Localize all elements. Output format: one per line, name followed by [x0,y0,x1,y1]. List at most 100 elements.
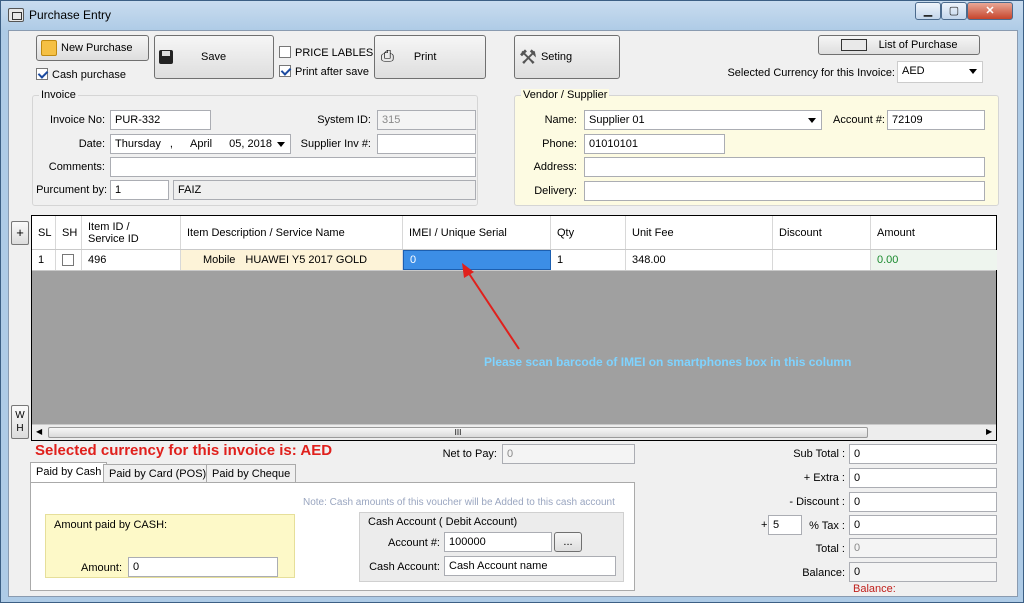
tax-field[interactable]: 0 [849,515,997,535]
price-lables-checkbox[interactable]: PRICE LABLES [279,46,373,59]
amount-field[interactable]: 0 [128,557,278,577]
maximize-button[interactable]: ▢ [941,2,967,20]
checkbox-unchecked-icon [279,46,291,58]
tab-panel-cash: Note: Cash amounts of this voucher will … [30,482,635,591]
vendor-phone-label: Phone: [542,138,577,150]
vendor-delivery-label: Delivery: [534,185,577,197]
purcument-id-field[interactable]: 1 [110,180,169,200]
list-icon [840,39,867,51]
annotation-text: Please scan barcode of IMEI on smartphon… [484,355,852,369]
balance-red-label: Balance: [853,583,896,595]
purcument-label: Purcument by: [36,184,107,196]
wh-button[interactable]: W H [11,405,29,439]
vendor-account-label: Account #: [833,114,885,126]
vendor-account-field[interactable]: 72109 [887,110,985,130]
scroll-thumb[interactable]: III [48,427,868,438]
date-sep: , [169,138,173,150]
list-of-purchase-button[interactable]: List of Purchase [818,35,980,55]
sub-total-label: Sub Total : [793,448,845,460]
tab-paid-by-cheque[interactable]: Paid by Cheque [206,464,297,483]
print-after-save-label: Print after save [295,66,369,78]
cash-account-no-field[interactable]: 100000 [444,532,552,552]
vendor-address-label: Address: [533,161,577,173]
tab-paid-by-card[interactable]: Paid by Card (POS) [103,464,213,483]
print-after-save-checkbox[interactable]: Print after save [279,65,369,78]
balance-field: 0 [849,562,997,582]
save-label: Save [201,51,227,63]
title-bar[interactable]: Purchase Entry ▁ ▢ ✕ [1,1,1023,29]
tax-label: % Tax : [809,520,845,532]
close-button[interactable]: ✕ [967,2,1013,20]
browse-account-button[interactable]: ... [554,532,582,552]
comments-field[interactable] [110,157,476,177]
cash-purchase-checkbox[interactable]: Cash purchase [36,68,126,81]
save-button[interactable]: Save [154,35,274,79]
new-purchase-label: New Purchase [61,42,133,54]
balance-label: Balance: [802,567,845,579]
currency-select[interactable]: AED [897,61,983,83]
list-of-purchase-label: List of Purchase [878,39,958,51]
extra-field[interactable]: 0 [849,468,997,488]
invoice-group-title: Invoice [39,89,78,101]
sub-total-field[interactable]: 0 [849,444,997,464]
date-rest: 05, 2018 [229,138,272,150]
cash-account-name-field[interactable]: Cash Account name [444,556,616,576]
vendor-address-field[interactable] [584,157,985,177]
price-lables-label: PRICE LABLES [295,47,374,59]
printer-icon: ⎙ [381,48,394,65]
date-label: Date: [78,138,105,150]
tax-rate-field[interactable]: 5 [768,515,802,535]
scroll-left-icon[interactable]: ◀ [36,427,42,436]
cash-account-group: Cash Account ( Debit Account) Account #:… [359,512,624,582]
new-document-icon [41,40,57,56]
horizontal-scrollbar[interactable]: ◀ III ▶ [32,424,996,440]
cash-note: Note: Cash amounts of this voucher will … [303,497,615,508]
vendor-group-title: Vendor / Supplier [521,89,610,101]
floppy-disk-icon [159,50,173,64]
vendor-phone-field[interactable]: 01010101 [584,134,725,154]
new-purchase-button[interactable]: New Purchase [36,35,149,61]
amount-paid-group: Amount paid by CASH: Amount: 0 [45,514,295,578]
extra-label: + Extra : [803,472,845,484]
invoice-no-field[interactable]: PUR-332 [110,110,211,130]
currency-banner: Selected currency for this invoice is: A… [35,442,333,459]
vendor-name-select[interactable]: Supplier 01 [584,110,822,130]
print-label: Print [413,51,437,63]
scroll-right-icon[interactable]: ▶ [986,427,992,436]
print-button[interactable]: ⎙ Print [374,35,486,79]
annotation-arrow [462,263,520,350]
currency-label: Selected Currency for this Invoice: [727,67,895,79]
cash-account-name-label: Cash Account: [369,561,440,573]
date-month: April [190,138,213,150]
form-client-area: New Purchase Cash purchase Save PRICE LA… [8,30,1018,597]
vendor-delivery-field[interactable] [584,181,985,201]
system-id-field[interactable]: 315 [377,110,476,130]
total-label: Total : [815,543,845,555]
purcument-name-field: FAIZ [173,180,476,200]
comments-label: Comments: [48,161,105,173]
supplier-inv-label: Supplier Inv #: [300,138,371,150]
cash-account-title: Cash Account ( Debit Account) [368,516,518,528]
purchase-entry-window: Purchase Entry ▁ ▢ ✕ New Purchase Cash p… [0,0,1024,603]
add-row-button[interactable]: + [11,221,29,245]
app-icon [8,8,24,22]
supplier-inv-field[interactable] [377,134,476,154]
amount-paid-title: Amount paid by CASH: [54,519,168,531]
items-grid: SL SH Item ID / Service ID Item Descript… [31,215,997,441]
checkbox-checked-icon [279,65,291,77]
checkbox-checked-icon [36,68,48,80]
setting-button[interactable]: ⚒ Seting [514,35,620,79]
minimize-button[interactable]: ▁ [915,2,941,20]
cash-purchase-label: Cash purchase [52,69,126,81]
vendor-name-label: Name: [544,114,577,126]
date-picker[interactable]: Thursday , April 05, 2018 [110,134,291,154]
invoice-no-label: Invoice No: [49,114,105,126]
tax-prefix: + [761,519,768,531]
date-day: Thursday [115,138,161,150]
window-title: Purchase Entry [29,8,112,22]
net-to-pay-field: 0 [502,444,635,464]
tab-paid-by-cash[interactable]: Paid by Cash [30,462,108,483]
amount-label: Amount: [81,562,122,574]
net-to-pay-label: Net to Pay: [442,448,497,460]
discount-field[interactable]: 0 [849,492,997,512]
